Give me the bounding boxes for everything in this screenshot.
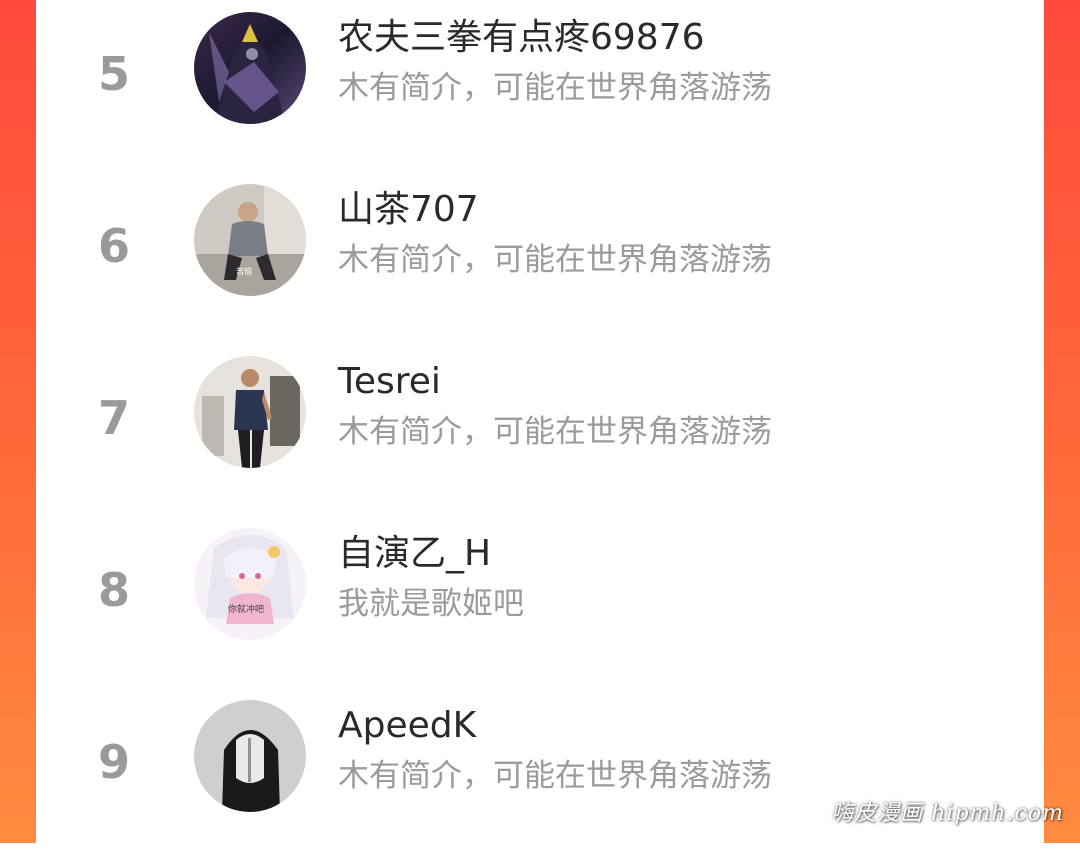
avatar-caption: 你就冲吧 <box>228 603 264 615</box>
user-avatar[interactable] <box>194 356 306 468</box>
rank-number: 7 <box>97 391 130 445</box>
user-avatar[interactable]: 你就冲吧 <box>194 528 306 640</box>
ranking-row[interactable]: 7 Tesrei 木有简介，可能在世界角落游荡 <box>36 344 1044 516</box>
user-bio: 木有简介，可能在世界角落游荡 <box>338 70 772 106</box>
rank-number: 9 <box>97 735 130 789</box>
ranking-row[interactable]: 5 农夫三拳有点疼69876 木有简介，可能在世界角落游荡 <box>36 0 1044 172</box>
user-avatar[interactable] <box>194 700 306 812</box>
user-avatar[interactable]: 苦恼 <box>194 184 306 296</box>
ranking-list: 5 农夫三拳有点疼69876 木有简介，可能在世界角落游荡 6 苦恼 山茶707… <box>36 0 1044 843</box>
avatar-caption: 苦恼 <box>236 266 252 276</box>
ranking-row[interactable]: 8 你就冲吧 自演乙_H 我就是歌姬吧 <box>36 516 1044 688</box>
rank-number: 5 <box>97 47 130 101</box>
user-avatar[interactable] <box>194 12 306 124</box>
user-bio: 木有简介，可能在世界角落游荡 <box>338 414 772 450</box>
user-bio: 木有简介，可能在世界角落游荡 <box>338 758 772 794</box>
anime-girl-avatar-icon: 你就冲吧 <box>194 528 306 640</box>
standing-man-photo-avatar-icon <box>194 356 306 468</box>
user-bio: 我就是歌姬吧 <box>338 586 524 622</box>
user-name[interactable]: 自演乙_H <box>338 532 491 576</box>
user-name[interactable]: ApeedK <box>338 704 476 748</box>
user-name[interactable]: 山茶707 <box>338 188 479 232</box>
ranking-row[interactable]: 9 ApeedK 木有简介，可能在世界角落游荡 <box>36 688 1044 860</box>
dark-anime-knight-avatar-icon <box>194 12 306 124</box>
ranking-row[interactable]: 6 苦恼 山茶707 木有简介，可能在世界角落游荡 <box>36 172 1044 344</box>
app-frame: 5 农夫三拳有点疼69876 木有简介，可能在世界角落游荡 6 苦恼 山茶707… <box>0 0 1080 843</box>
site-watermark: 嗨皮漫画 hipmh.com <box>831 801 1064 826</box>
user-bio: 木有简介，可能在世界角落游荡 <box>338 242 772 278</box>
user-name[interactable]: 农夫三拳有点疼69876 <box>338 16 705 60</box>
seated-man-photo-avatar-icon: 苦恼 <box>194 184 306 296</box>
grayscale-portrait-avatar-icon <box>194 700 306 812</box>
rank-number: 6 <box>97 219 130 273</box>
user-name[interactable]: Tesrei <box>338 360 441 404</box>
rank-number: 8 <box>97 563 130 617</box>
